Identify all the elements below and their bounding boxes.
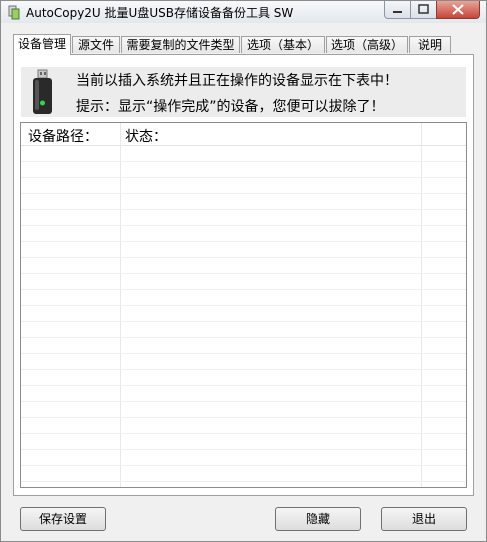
device-list[interactable]: 设备路径： 状态：: [20, 122, 467, 488]
tab-options-basic[interactable]: 选项（基本）: [241, 36, 325, 53]
column-header-status[interactable]: 状态：: [125, 126, 167, 146]
list-row-empty: [21, 418, 466, 434]
app-icon: [6, 4, 22, 20]
list-row-empty: [21, 242, 466, 258]
usb-drive-icon: [21, 67, 63, 117]
close-icon: [452, 4, 464, 15]
list-row-empty: [21, 178, 466, 194]
list-row-empty: [21, 370, 466, 386]
list-row-empty: [21, 194, 466, 210]
hide-button[interactable]: 隐藏: [275, 507, 361, 531]
list-row-empty: [21, 210, 466, 226]
list-row-empty: [21, 306, 466, 322]
tab-options-advanced[interactable]: 选项（高级）: [326, 36, 408, 53]
list-row-empty: [21, 290, 466, 306]
list-row-empty: [21, 354, 466, 370]
minimize-button[interactable]: [384, 1, 411, 19]
device-list-rows: [21, 146, 466, 487]
close-button[interactable]: [436, 1, 480, 19]
list-row-empty: [21, 258, 466, 274]
exit-button[interactable]: 退出: [381, 507, 467, 531]
save-settings-button[interactable]: 保存设置: [20, 507, 106, 531]
list-row-empty: [21, 450, 466, 466]
list-row-empty: [21, 322, 466, 338]
maximize-icon: [418, 4, 429, 14]
list-row-empty: [21, 386, 466, 402]
device-management-panel: 当前以插入系统并且正在操作的设备显示在下表中！ 提示：显示“操作完成”的设备，您…: [13, 54, 474, 496]
list-row-empty: [21, 466, 466, 482]
list-row-empty: [21, 338, 466, 354]
tab-device-management[interactable]: 设备管理: [13, 34, 71, 55]
list-row-empty: [21, 434, 466, 450]
tab-file-types[interactable]: 需要复制的文件类型: [121, 36, 240, 53]
list-row-empty: [21, 146, 466, 162]
info-hint: 提示：显示“操作完成”的设备，您便可以拔除了！: [76, 99, 385, 115]
info-box: 当前以插入系统并且正在操作的设备显示在下表中！ 提示：显示“操作完成”的设备，您…: [21, 67, 466, 117]
list-row-empty: [21, 402, 466, 418]
info-message: 当前以插入系统并且正在操作的设备显示在下表中！: [76, 73, 398, 89]
minimize-icon: [393, 11, 402, 13]
list-row-empty: [21, 162, 466, 178]
list-row-empty: [21, 226, 466, 242]
device-list-header: 设备路径： 状态：: [21, 123, 466, 146]
window-title: AutoCopy2U 批量U盘USB存储设备备份工具 SW: [26, 6, 294, 20]
list-row-empty: [21, 274, 466, 290]
list-row-empty: [21, 482, 466, 487]
tab-source-files[interactable]: 源文件: [72, 36, 120, 53]
title-bar[interactable]: AutoCopy2U 批量U盘USB存储设备备份工具 SW: [1, 1, 486, 23]
window-controls: [384, 1, 480, 19]
maximize-button[interactable]: [410, 1, 437, 19]
tab-help[interactable]: 说明: [409, 36, 451, 53]
column-header-device-path[interactable]: 设备路径：: [28, 126, 98, 146]
app-window: AutoCopy2U 批量U盘USB存储设备备份工具 SW 设备管理 源文件 需…: [0, 0, 487, 542]
